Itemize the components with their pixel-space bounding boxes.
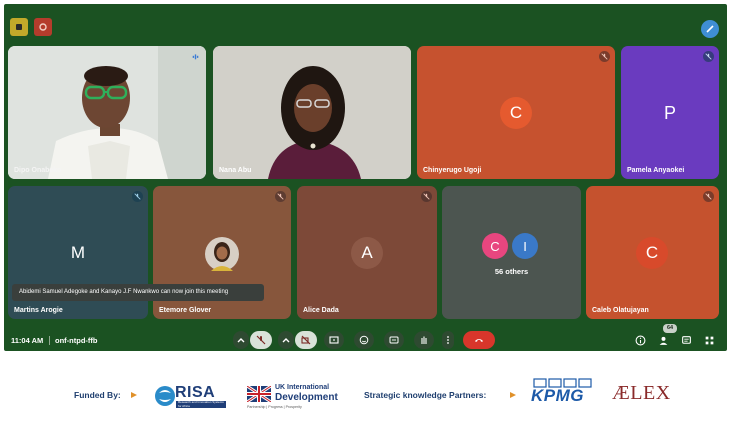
uk-logo-line1: UK International	[275, 384, 330, 391]
record-icon[interactable]	[34, 18, 52, 36]
participant-video	[213, 46, 411, 179]
divider	[49, 336, 50, 345]
speaking-icon	[190, 51, 201, 62]
participant-name: Nana Abu	[219, 167, 252, 174]
mic-off-icon	[599, 51, 610, 62]
present-button[interactable]	[324, 331, 344, 349]
camera-off-icon	[301, 335, 311, 345]
risa-logo-mark	[155, 386, 175, 406]
participant-tile[interactable]: Dipo Onabeko	[8, 46, 206, 179]
mic-off-icon	[421, 191, 432, 202]
people-button[interactable]	[654, 331, 672, 349]
others-tile[interactable]: C I 56 others	[442, 186, 581, 319]
reactions-button[interactable]	[354, 331, 374, 349]
end-call-button[interactable]	[463, 331, 495, 349]
hand-raise-icon[interactable]	[10, 18, 28, 36]
audio-options-button[interactable]	[233, 331, 249, 349]
avatar: M	[70, 243, 86, 262]
participant-name: Alice Dada	[303, 307, 339, 314]
participant-tile[interactable]: Nana Abu	[213, 46, 411, 179]
mic-off-icon	[132, 191, 143, 202]
participant-tile[interactable]: A Alice Dada	[297, 186, 437, 319]
mic-off-icon	[703, 191, 714, 202]
chat-icon	[681, 335, 691, 344]
participant-tile[interactable]: C Caleb Olatujayan	[586, 186, 719, 319]
meeting-code: onf-ntpd-ffb	[55, 336, 98, 345]
participant-tile[interactable]: C Chinyerugo Ugoji	[417, 46, 615, 179]
activities-button[interactable]	[700, 331, 718, 349]
emoji-icon	[359, 335, 369, 345]
participant-name: Caleb Olatujayan	[592, 307, 649, 314]
camera-toggle-button[interactable]	[295, 331, 317, 349]
mic-off-icon	[703, 51, 714, 62]
participant-name: Chinyerugo Ugoji	[423, 167, 482, 174]
sponsor-footer: Funded By: RISA Research and Innovation …	[0, 351, 731, 422]
arrow-icon	[131, 392, 137, 398]
avatar: C	[636, 237, 668, 269]
mic-off-icon	[275, 191, 286, 202]
others-count: 56 others	[494, 267, 529, 276]
avatar: C	[500, 97, 532, 129]
participant-video	[8, 46, 206, 179]
hand-raise-icon	[421, 336, 427, 344]
raise-hand-button[interactable]	[414, 331, 434, 349]
avatar: P	[663, 102, 676, 123]
participant-name: Pamela Anyaokei	[627, 167, 685, 174]
people-icon	[659, 336, 667, 345]
avatar: I	[512, 233, 538, 259]
participant-name: Dipo Onabeko	[14, 167, 62, 174]
end-call-icon	[475, 339, 483, 342]
meeting-window: Dipo Onabeko Nana Abu C Chinyerugo Ugoji…	[4, 4, 727, 351]
chat-button[interactable]	[677, 331, 695, 349]
partners-label: Strategic knowledge Partners:	[364, 390, 487, 400]
aelex-logo-text: ÆLEX	[612, 382, 671, 404]
chevron-up-icon	[237, 338, 245, 343]
people-count-badge: 64	[663, 324, 677, 333]
mic-off-icon	[256, 335, 266, 345]
participant-tile[interactable]: P Pamela Anyaokei	[621, 46, 719, 179]
avatar	[205, 237, 239, 271]
info-icon	[635, 335, 645, 345]
notification-toast: Abidemi Samuel Adegoke and Kanayo J.F Nw…	[12, 284, 264, 301]
chevron-up-icon	[282, 338, 290, 343]
captions-button[interactable]	[384, 331, 404, 349]
avatar: A	[351, 237, 383, 269]
uk-flag-icon	[247, 386, 271, 402]
avatar: C	[482, 233, 508, 259]
risa-logo-subtitle: Research and Innovation Systems for Afri…	[176, 400, 226, 409]
video-options-button[interactable]	[278, 331, 294, 349]
info-button[interactable]	[631, 331, 649, 349]
present-icon	[329, 336, 339, 344]
meeting-time: 11:04 AM	[11, 336, 44, 345]
uk-logo-line2: Development	[275, 392, 338, 403]
notification-text: Abidemi Samuel Adegoke and Kanayo J.F Nw…	[19, 289, 229, 295]
more-options-button[interactable]	[442, 331, 454, 349]
captions-icon	[389, 336, 399, 344]
apps-icon	[705, 336, 713, 344]
participant-name: Martins Arogie	[14, 307, 63, 314]
more-vert-icon	[447, 336, 449, 344]
kpmg-logo-text: KPMG	[531, 386, 584, 405]
activity-icon[interactable]	[701, 20, 719, 38]
funded-by-label: Funded By:	[74, 390, 121, 400]
mic-toggle-button[interactable]	[250, 331, 272, 349]
uk-logo-tagline: Partnership | Progress | Prosperity	[247, 405, 302, 409]
participant-name: Etemore Glover	[159, 307, 212, 314]
arrow-icon	[510, 392, 516, 398]
